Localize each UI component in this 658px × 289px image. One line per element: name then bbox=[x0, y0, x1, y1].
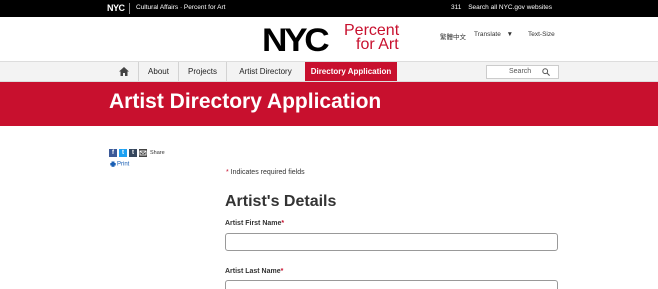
site-header: NYC Percent for Art 繁體中文 Translate ▼ Tex… bbox=[0, 17, 658, 61]
311-link[interactable]: 311 bbox=[451, 4, 461, 11]
required-fields-note: * Indicates required fields bbox=[226, 169, 305, 176]
nyc-logo[interactable]: NYC bbox=[262, 24, 330, 56]
agency-breadcrumb[interactable]: Cultural Affairs · Percent for Art bbox=[136, 4, 225, 11]
required-asterisk: * bbox=[280, 268, 284, 275]
last-name-label: Artist Last Name* bbox=[225, 268, 283, 275]
required-asterisk: * bbox=[281, 220, 285, 227]
first-name-label-text: Artist First Name bbox=[225, 220, 282, 227]
page-title: Artist Directory Application bbox=[109, 90, 382, 113]
logo-line-2: for Art bbox=[356, 36, 399, 53]
search-icon[interactable] bbox=[542, 68, 550, 76]
tumblr-icon[interactable]: t bbox=[129, 149, 137, 157]
nav-item-projects[interactable]: Projects bbox=[179, 62, 226, 81]
share-label: Share bbox=[150, 150, 165, 156]
search-all-nyc-link[interactable]: Search all NYC.gov websites bbox=[468, 4, 552, 11]
email-icon[interactable] bbox=[139, 149, 147, 157]
facebook-icon[interactable]: f bbox=[109, 149, 117, 157]
last-name-input[interactable] bbox=[225, 280, 558, 289]
chevron-down-icon: ▼ bbox=[506, 31, 514, 38]
top-utility-bar: NYC Cultural Affairs · Percent for Art 3… bbox=[0, 0, 658, 17]
last-name-label-text: Artist Last Name bbox=[225, 268, 281, 275]
nav-home[interactable] bbox=[109, 62, 138, 81]
language-link[interactable]: 繁體中文 bbox=[440, 31, 466, 41]
first-name-label: Artist First Name* bbox=[225, 220, 284, 227]
printer-icon bbox=[110, 161, 116, 167]
nav-item-about[interactable]: About bbox=[139, 62, 178, 81]
required-note-text: Indicates required fields bbox=[228, 169, 305, 176]
print-label: Print bbox=[117, 161, 130, 168]
print-link[interactable]: Print bbox=[110, 161, 129, 168]
text-size-link[interactable]: Text-Size bbox=[528, 31, 555, 38]
translate-label: Translate bbox=[474, 31, 501, 38]
nav-item-directory-application[interactable]: Directory Application bbox=[305, 62, 397, 81]
home-icon bbox=[118, 67, 129, 76]
topbar-right-links: 311 Search all NYC.gov websites bbox=[451, 4, 557, 11]
nyc-mini-logo[interactable]: NYC bbox=[107, 3, 125, 13]
main-nav: About Projects Artist Directory Director… bbox=[0, 61, 658, 82]
first-name-input[interactable] bbox=[225, 233, 558, 251]
percent-for-art-logo[interactable]: Percent for Art bbox=[344, 23, 399, 53]
topbar-separator bbox=[129, 3, 130, 14]
search-box[interactable]: Search bbox=[486, 65, 559, 79]
twitter-icon[interactable]: t bbox=[119, 149, 127, 157]
section-title: Artist's Details bbox=[225, 193, 337, 210]
nav-item-artist-directory[interactable]: Artist Directory bbox=[227, 62, 304, 81]
translate-dropdown[interactable]: Translate ▼ bbox=[474, 31, 513, 38]
search-placeholder: Search bbox=[509, 68, 532, 75]
page-banner: Artist Directory Application bbox=[0, 82, 658, 126]
